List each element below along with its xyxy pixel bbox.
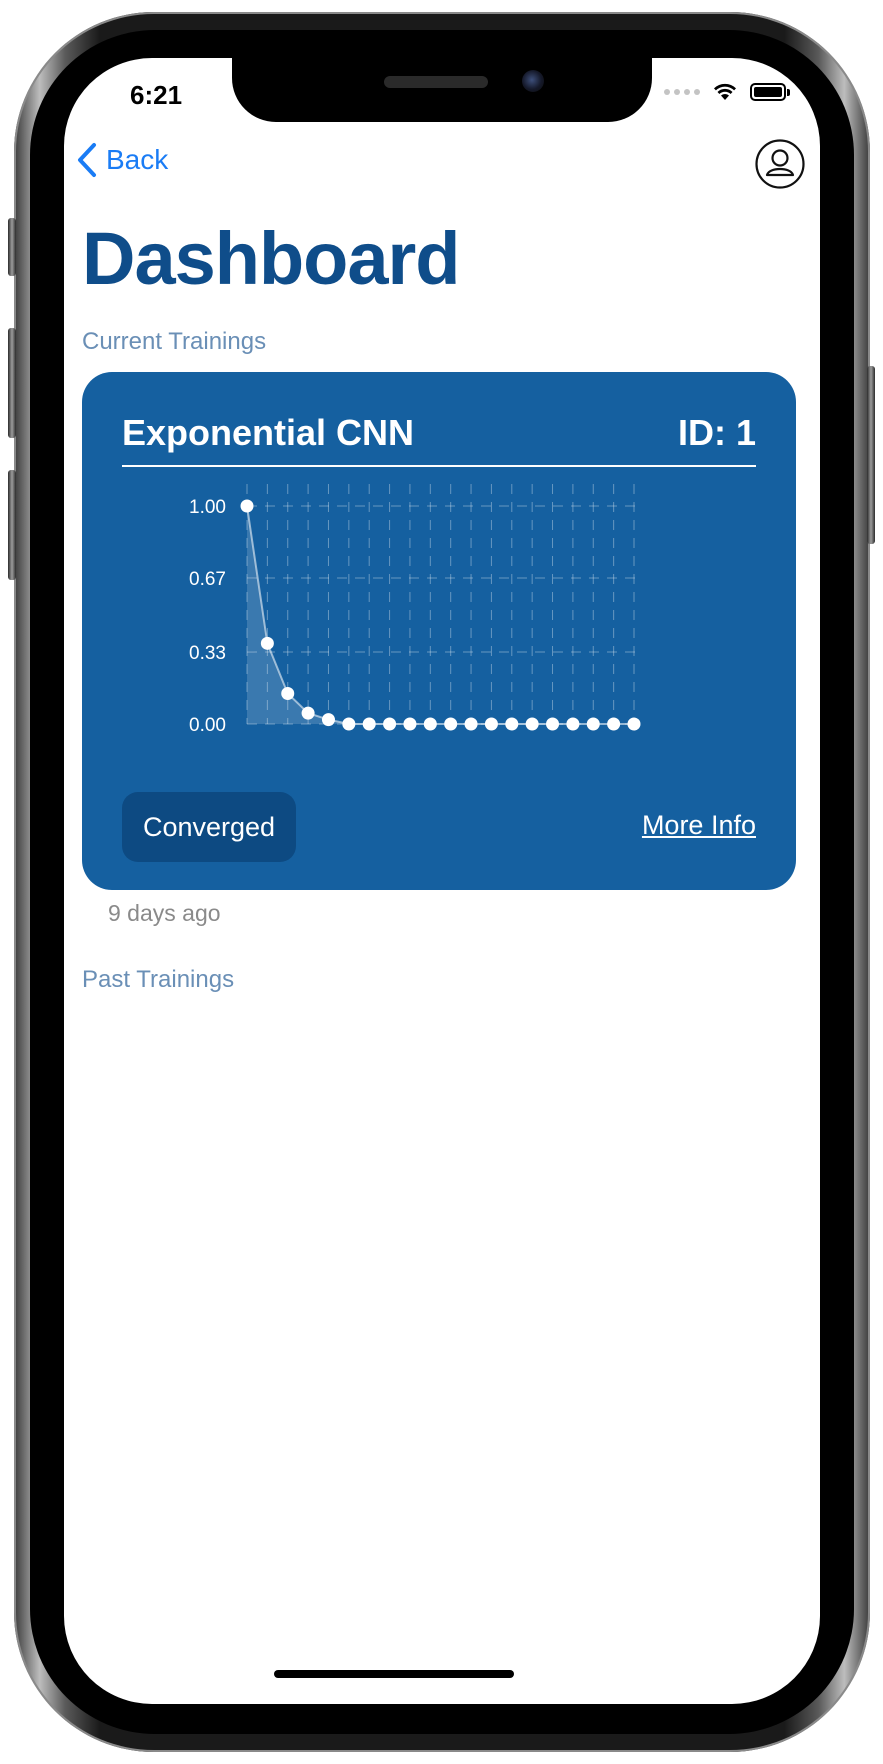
back-button[interactable]: Back [76, 142, 168, 178]
data-point [566, 717, 580, 731]
back-label: Back [106, 144, 169, 175]
data-point [444, 717, 458, 731]
data-point [321, 713, 335, 727]
data-point [627, 717, 641, 731]
training-name: Exponential CNN [122, 412, 415, 453]
data-point [484, 717, 498, 731]
y-tick-label: 0.33 [189, 643, 226, 664]
status-time: 6:21 [130, 80, 183, 110]
silent-switch [8, 218, 16, 276]
y-tick-label: 0.67 [189, 569, 226, 590]
training-loss-chart: 1.00 0.67 0.33 0.00 [142, 476, 722, 776]
past-trainings-header: Past Trainings [82, 966, 235, 993]
data-point [586, 717, 600, 731]
y-tick-label: 0.00 [189, 715, 226, 736]
volume-down-button [8, 470, 16, 580]
data-point [281, 686, 295, 700]
wifi-icon [714, 83, 736, 100]
home-indicator[interactable] [274, 1670, 514, 1678]
data-point [607, 717, 621, 731]
notch [232, 58, 652, 122]
data-point [525, 717, 539, 731]
data-point [342, 717, 356, 731]
status-icons [664, 82, 790, 102]
current-trainings-header: Current Trainings [82, 328, 267, 355]
training-time-ago: 9 days ago [108, 900, 221, 926]
training-card[interactable]: Exponential CNN ID: 1 1.00 0.67 0.33 0.00 C… [82, 372, 796, 890]
cellular-signal-icon [664, 89, 700, 95]
data-point [505, 717, 519, 731]
profile-button[interactable] [754, 138, 806, 190]
converged-status-button[interactable]: Converged [122, 792, 296, 862]
volume-up-button [8, 328, 16, 438]
card-divider [122, 465, 756, 467]
data-point [464, 717, 478, 731]
data-point [383, 717, 397, 731]
training-id: ID: 1 [677, 412, 756, 453]
page-title: Dashboard [82, 217, 461, 300]
data-point [362, 717, 376, 731]
plot-area [142, 476, 722, 776]
speaker-grille [384, 76, 488, 88]
power-button [867, 366, 875, 544]
data-point [423, 717, 437, 731]
front-camera [522, 70, 544, 92]
data-point [403, 717, 417, 731]
y-tick-label: 1.00 [189, 497, 226, 518]
battery-icon [750, 83, 790, 101]
data-point [301, 706, 315, 720]
data-point [546, 717, 560, 731]
person-circle-icon [755, 139, 805, 189]
data-point [260, 636, 274, 650]
data-point [240, 499, 254, 513]
app-screen: 6:21 Back Dashboard Current Trainings Ex… [64, 58, 820, 1704]
more-info-link[interactable]: More Info [642, 810, 756, 841]
chevron-left-icon [78, 143, 96, 177]
